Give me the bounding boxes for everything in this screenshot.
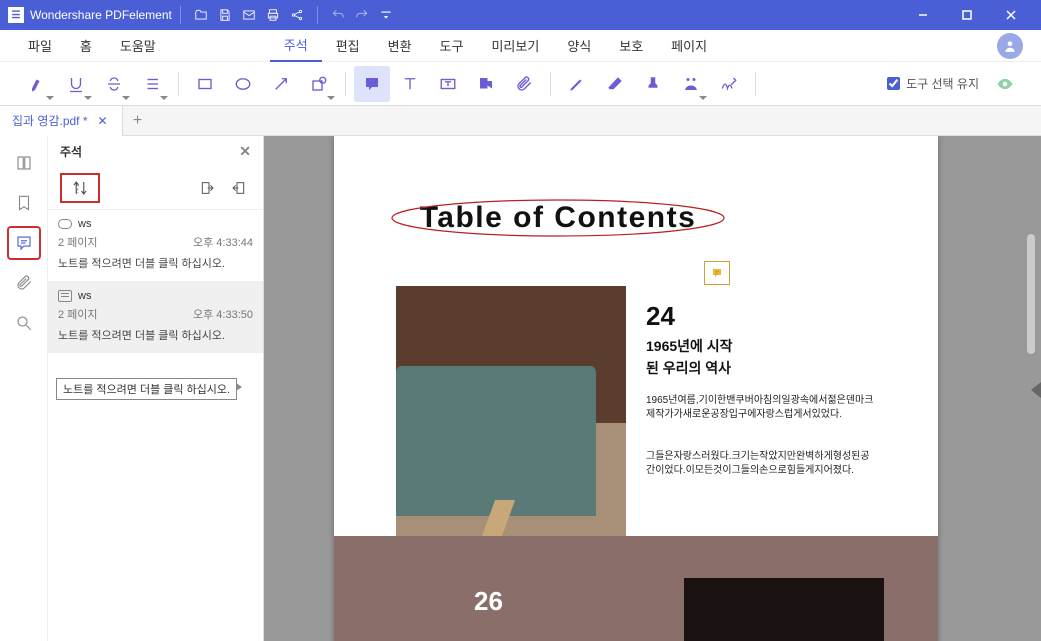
menu-bar: 파일 홈 도움말 주석 편집 변환 도구 미리보기 양식 보호 페이지 [0,30,1041,62]
stamp-tool[interactable] [635,66,671,102]
minimize-button[interactable] [901,0,945,30]
tab-close-icon[interactable]: ✕ [96,114,110,128]
panel-header: 주석 ✕ [48,136,263,166]
menu-tool[interactable]: 도구 [426,30,478,62]
close-button[interactable] [989,0,1033,30]
comment-author: ws [78,218,91,230]
panel-toolbar: AZ [48,166,263,210]
app-title: Wondershare PDFelement [30,8,172,22]
menu-form[interactable]: 양식 [553,30,605,62]
user-avatar[interactable] [997,33,1023,59]
comment-time: 오후 4:33:50 [193,306,253,322]
arrow-tool[interactable] [263,66,299,102]
tab-bar: 집과 영감.pdf * ✕ + [0,106,1041,136]
menu-comment[interactable]: 주석 [270,30,322,62]
menu-page[interactable]: 페이지 [657,30,721,62]
menu-file[interactable]: 파일 [14,30,66,62]
rectangle-tool[interactable] [187,66,223,102]
page-number: 26 [474,586,503,617]
comment-body: 노트를 적으려면 더블 클릭 하십시오. [58,328,253,345]
eraser-tool[interactable] [597,66,633,102]
comment-page: 2 페이지 [58,306,98,322]
keep-tool-checkbox[interactable]: 도구 선택 유지 [887,75,979,92]
bookmarks-icon[interactable] [7,186,41,220]
panel-title: 주석 [60,143,82,160]
thumbnails-icon[interactable] [7,146,41,180]
tab-label: 집과 영감.pdf * [12,112,88,129]
dropdown-icon[interactable] [374,3,398,27]
visibility-icon[interactable] [989,68,1021,100]
comment-time: 오후 4:33:44 [193,234,253,250]
subheading: 된 우리의 역사 [646,358,731,379]
comment-body: 노트를 적으려면 더블 클릭 하십시오. [58,256,253,273]
oval-annotation-icon [58,219,72,229]
search-icon[interactable] [7,306,41,340]
app-logo: ☰ [8,7,24,23]
menu-edit[interactable]: 편집 [322,30,374,62]
side-handle-icon[interactable] [1031,382,1041,398]
highlight-tool[interactable] [20,66,56,102]
undo-icon[interactable] [326,3,350,27]
underline-tool[interactable] [58,66,94,102]
note-tool[interactable] [354,66,390,102]
scrollbar-thumb[interactable] [1027,234,1035,354]
attachments-icon[interactable] [7,266,41,300]
menu-home[interactable]: 홈 [66,30,106,62]
textbox-tool[interactable] [430,66,466,102]
open-icon[interactable] [189,3,213,27]
export-icon[interactable] [227,176,251,200]
content-image [396,286,626,560]
svg-text:A: A [76,182,80,188]
sort-button[interactable]: AZ [60,173,100,203]
panel-close-icon[interactable]: ✕ [239,143,251,160]
keep-tool-input[interactable] [887,77,900,90]
main-area: 주석 ✕ AZ ws 2 페이지 오후 4:33:44 노트를 적으려면 더블 클… [0,136,1041,641]
share-icon[interactable] [285,3,309,27]
oval-tool[interactable] [225,66,261,102]
toolbar: 도구 선택 유지 [0,62,1041,106]
redo-icon[interactable] [350,3,374,27]
add-tab-button[interactable]: + [123,106,153,136]
callout-tool[interactable] [468,66,504,102]
document-view[interactable]: Table of Contents 24 1965년에 시작 된 우리의 역사 … [264,136,1041,641]
save-icon[interactable] [213,3,237,27]
import-icon[interactable] [195,176,219,200]
document-page: Table of Contents 24 1965년에 시작 된 우리의 역사 … [334,136,938,641]
list-tool[interactable] [134,66,170,102]
mail-icon[interactable] [237,3,261,27]
strikethrough-tool[interactable] [96,66,132,102]
keep-tool-label: 도구 선택 유지 [906,75,979,92]
comments-icon[interactable] [7,226,41,260]
comment-item[interactable]: ws 2 페이지 오후 4:33:50 노트를 적으려면 더블 클릭 하십시오. [48,282,263,354]
pencil-tool[interactable] [559,66,595,102]
content-image [684,578,884,641]
maximize-button[interactable] [945,0,989,30]
note-annotation-icon [58,290,72,302]
menu-convert[interactable]: 변환 [374,30,426,62]
document-tab[interactable]: 집과 영감.pdf * ✕ [0,106,123,136]
note-annotation[interactable] [704,261,730,285]
tooltip: 노트를 적으려면 더블 클릭 하십시오. [56,378,237,400]
comment-author: ws [78,290,91,302]
subheading: 1965년에 시작 [646,336,733,357]
svg-text:Z: Z [76,188,80,194]
paragraph: 1965년여름,기이한밴쿠버아침의일광속에서젊은덴마크제작가가새로운공장입구에자… [646,394,876,422]
text-tool[interactable] [392,66,428,102]
signature-tool[interactable] [673,66,709,102]
print-icon[interactable] [261,3,285,27]
comment-page: 2 페이지 [58,234,98,250]
comment-item[interactable]: ws 2 페이지 오후 4:33:44 노트를 적으려면 더블 클릭 하십시오. [48,210,263,282]
left-sidebar [0,136,48,641]
menu-preview[interactable]: 미리보기 [477,30,553,62]
attachment-tool[interactable] [506,66,542,102]
title-bar: ☰ Wondershare PDFelement [0,0,1041,30]
shape-tool[interactable] [301,66,337,102]
paragraph: 그들은자랑스러웠다.크기는작았지만완벽하게형성된공간이었다.이모든것이그들의손으… [646,450,876,478]
sign-tool[interactable] [711,66,747,102]
menu-protect[interactable]: 보호 [605,30,657,62]
menu-help[interactable]: 도움말 [106,30,170,62]
page-number: 24 [646,301,675,332]
